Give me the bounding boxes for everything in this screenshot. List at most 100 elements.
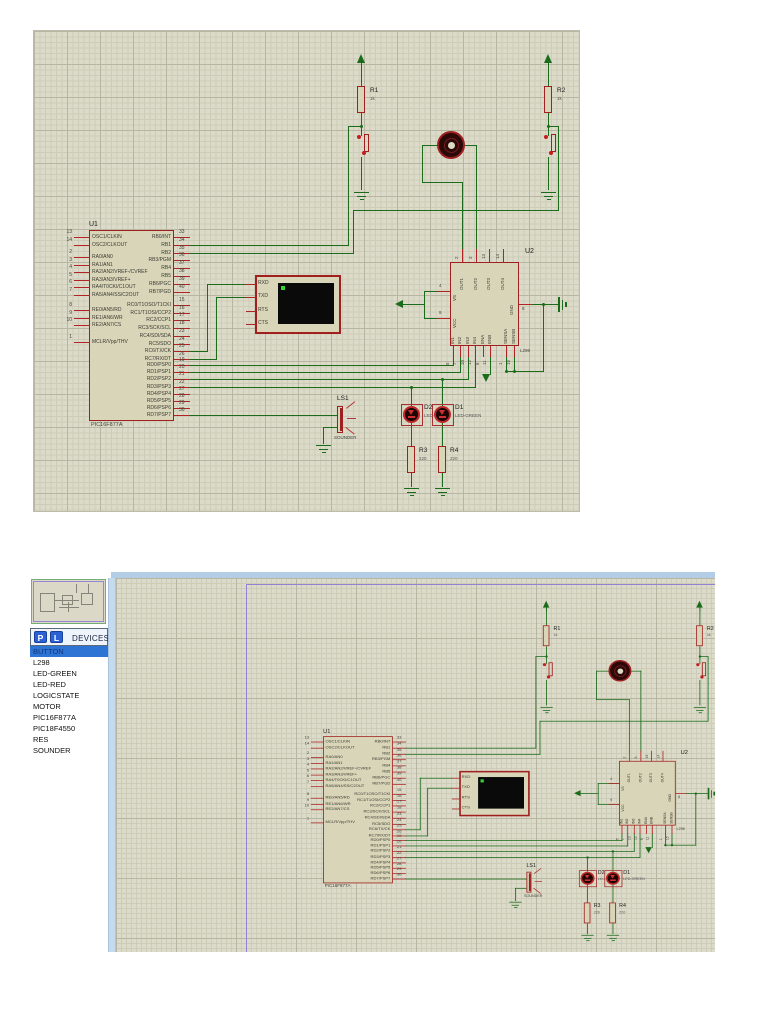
push-button[interactable] xyxy=(364,134,369,152)
pin-number: 10 xyxy=(296,804,309,808)
resistor-r2[interactable] xyxy=(544,86,552,113)
pin-name: OSC1/CLKIN xyxy=(326,740,350,744)
pin-name: RD0/PSP0 xyxy=(371,838,391,842)
resistor-r1[interactable] xyxy=(357,86,365,113)
pin-number: 30 xyxy=(397,873,402,877)
pin-stub xyxy=(246,284,256,285)
led-label: LED-GREEN xyxy=(455,414,481,419)
pin-number: 19 xyxy=(179,358,185,363)
resistor-r1[interactable] xyxy=(543,625,550,646)
pin-name: RD4/PSP4 xyxy=(147,392,171,397)
pin-number: 34 xyxy=(397,742,402,746)
led-label: LED-GREEN xyxy=(623,878,645,881)
wire xyxy=(353,210,559,211)
pin-stub xyxy=(393,784,406,785)
resistor-r4[interactable] xyxy=(609,903,616,924)
pin-name: RA0/AN0 xyxy=(92,255,113,260)
pin-number: 9 xyxy=(296,799,309,803)
pin-name: RE1/AN6/WR xyxy=(326,802,351,806)
resistor-ref: R1 xyxy=(370,88,378,95)
resistor-value: 220 xyxy=(419,457,427,462)
device-list-item[interactable]: L298 xyxy=(30,657,108,668)
device-list-item[interactable]: RES xyxy=(30,734,108,745)
device-list-item[interactable]: SOUNDER xyxy=(30,745,108,756)
resistor-r4[interactable] xyxy=(438,446,446,473)
device-list-item[interactable]: BUTTON xyxy=(30,646,108,657)
pin-number: 9 xyxy=(610,799,612,802)
pin-name: RA5/AN4/SS/C2OUT xyxy=(326,784,365,788)
pin-name: RB2 xyxy=(382,752,390,756)
pin-stub xyxy=(311,798,324,799)
led-symbol xyxy=(584,879,590,880)
label: SENSB xyxy=(670,812,674,824)
wire xyxy=(442,379,443,406)
wire xyxy=(189,415,340,416)
device-list-item[interactable]: LOGICSTATE xyxy=(30,690,108,701)
resistor-ref: R1 xyxy=(554,627,561,632)
pin-number: 38 xyxy=(179,269,185,274)
junction-dot xyxy=(670,844,672,846)
push-button[interactable] xyxy=(702,662,706,676)
pin-stub xyxy=(311,780,324,781)
junction-dot xyxy=(547,125,550,128)
resistor-r3[interactable] xyxy=(407,446,415,473)
preview-sketch-shape xyxy=(59,607,79,608)
library-button[interactable]: L xyxy=(50,631,63,643)
pin-number: 22 xyxy=(397,852,402,856)
pin-stub xyxy=(311,809,324,810)
pin-name: RB3/PGM xyxy=(148,258,171,263)
pin-stub xyxy=(311,804,324,805)
pin-name: RB7/PGD xyxy=(372,782,390,786)
pin-number: 16 xyxy=(179,306,185,311)
wire xyxy=(531,304,559,305)
pin-stub xyxy=(74,310,90,311)
device-list[interactable]: BUTTONL298LED-GREENLED-REDLOGICSTATEMOTO… xyxy=(30,646,108,952)
pin-number: 1 xyxy=(296,817,309,821)
pick-devices-button[interactable]: P xyxy=(34,631,47,643)
wire xyxy=(598,783,599,805)
led-symbol xyxy=(439,416,446,418)
sounder-line xyxy=(529,873,530,891)
pin-stub xyxy=(646,826,647,834)
wire xyxy=(361,157,362,190)
sounder-wave xyxy=(347,418,356,419)
led-symbol xyxy=(408,410,414,415)
device-list-item[interactable]: PIC18F4550 xyxy=(30,723,108,734)
push-button[interactable] xyxy=(551,134,556,152)
pin-stub xyxy=(622,826,623,834)
wire xyxy=(596,699,630,700)
motor-hub xyxy=(448,142,455,149)
terminal-pin-name: RTS xyxy=(258,308,268,313)
resistor-r2[interactable] xyxy=(696,625,703,646)
label: OUT1 xyxy=(460,278,465,290)
wire xyxy=(405,748,536,749)
pin-stub xyxy=(519,304,532,305)
wire xyxy=(353,210,354,254)
wire xyxy=(405,829,421,830)
sidebar-scrollbar[interactable] xyxy=(108,578,116,952)
pin-stub xyxy=(311,822,324,823)
sounder-label: SOUNDER xyxy=(334,436,357,441)
wire xyxy=(348,126,349,246)
pin-name: RE0/AN5/RD xyxy=(92,308,121,313)
ground-icon xyxy=(404,488,419,489)
device-list-item[interactable]: LED-GREEN xyxy=(30,668,108,679)
label: OUT1 xyxy=(627,773,631,782)
resistor-r3[interactable] xyxy=(584,903,591,924)
ground-icon xyxy=(438,492,447,493)
pin-name: RB1 xyxy=(161,243,171,248)
device-list-item[interactable]: LED-RED xyxy=(30,679,108,690)
ground-icon xyxy=(441,495,445,496)
push-button[interactable] xyxy=(549,662,553,676)
device-list-item[interactable]: MOTOR xyxy=(30,701,108,712)
pin-number: 5 xyxy=(296,769,309,773)
ground-icon xyxy=(357,196,366,197)
u2-chip[interactable] xyxy=(450,262,519,346)
component-preview-window[interactable] xyxy=(31,579,106,624)
u1-part: PIC16F877A xyxy=(325,885,351,889)
pin-number: 14 xyxy=(296,742,309,746)
pin-number: 2 xyxy=(56,250,72,255)
pin-number: 39 xyxy=(179,277,185,282)
device-list-item[interactable]: PIC16F877A xyxy=(30,712,108,723)
label: IN1 xyxy=(451,337,456,344)
